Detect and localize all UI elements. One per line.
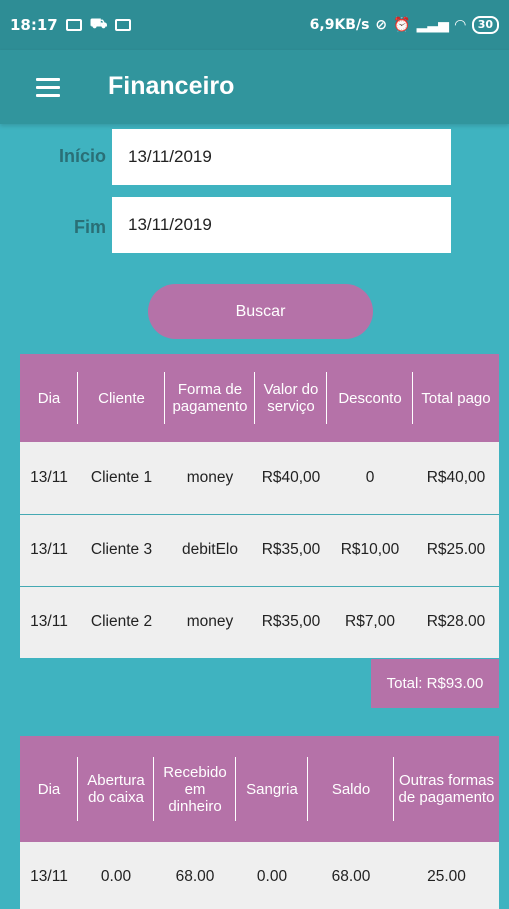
column-header: Valor do serviço: [255, 354, 327, 442]
table-cell: 0.00: [78, 842, 154, 909]
end-date-label: Fim: [73, 217, 106, 237]
cash-table: Dia Abertura do caixa Recebido em dinhei…: [20, 736, 499, 909]
table-row[interactable]: 13/11 Cliente 2 money R$35,00 R$7,00 R$2…: [20, 585, 499, 658]
table-cell: 13/11: [20, 442, 78, 514]
column-header: Abertura do caixa: [78, 736, 154, 842]
table-header-row: Dia Abertura do caixa Recebido em dinhei…: [20, 736, 499, 842]
column-header: Forma de pagamento: [165, 354, 255, 442]
table-cell: 68.00: [308, 842, 394, 909]
search-button[interactable]: Buscar: [148, 284, 373, 339]
table-cell: R$35,00: [255, 513, 327, 586]
table-cell: R$40,00: [255, 442, 327, 514]
column-header: Recebido em dinheiro: [154, 736, 236, 842]
mute-icon: ⊘: [375, 17, 388, 33]
table-cell: R$28.00: [413, 585, 499, 658]
battery-icon: 30: [471, 16, 499, 34]
column-header: Dia: [20, 736, 78, 842]
table-cell: R$25.00: [413, 513, 499, 586]
total-badge: Total: R$93.00: [371, 659, 499, 708]
table-cell: 0.00: [236, 842, 308, 909]
table-row[interactable]: 13/11 Cliente 3 debitElo R$35,00 R$10,00…: [20, 513, 499, 586]
calendar-icon: [115, 19, 132, 31]
table-cell: 68.00: [154, 842, 236, 909]
table-row[interactable]: 13/11 0.00 68.00 0.00 68.00 25.00: [20, 842, 499, 909]
table-cell: R$35,00: [255, 585, 327, 658]
hamburger-menu-icon[interactable]: [36, 78, 60, 97]
table-cell: Cliente 3: [78, 513, 165, 586]
start-date-label: Início: [58, 146, 106, 166]
table-cell: 0: [327, 442, 413, 514]
alarm-icon: ⏰: [393, 17, 411, 33]
start-date-field[interactable]: 13/11/2019: [112, 129, 451, 185]
column-header: Total pago: [413, 354, 499, 442]
page-title: Financeiro: [108, 72, 235, 100]
table-cell: money: [165, 585, 255, 658]
table-cell: Cliente 1: [78, 442, 165, 514]
payments-table: Dia Cliente Forma de pagamento Valor do …: [20, 354, 499, 658]
end-date-field[interactable]: 13/11/2019: [112, 197, 451, 253]
column-header: Desconto: [327, 354, 413, 442]
table-cell: 13/11: [20, 842, 78, 909]
table-cell: 25.00: [394, 842, 499, 909]
column-header: Sangria: [236, 736, 308, 842]
column-header: Outras formas de pagamento: [394, 736, 499, 842]
start-date-value: 13/11/2019: [128, 147, 212, 166]
gmail-icon: [65, 19, 82, 31]
table-cell: 13/11: [20, 585, 78, 658]
table-cell: Cliente 2: [78, 585, 165, 658]
app-bar: Financeiro: [0, 50, 509, 124]
end-date-value: 13/11/2019: [128, 215, 212, 234]
status-bar: 18:17 ⛟ 6,9KB/s ⊘ ⏰ ▂▃▅ ◠ 30: [0, 0, 509, 50]
table-row[interactable]: 13/11 Cliente 1 money R$40,00 0 R$40,00: [20, 442, 499, 514]
table-header-row: Dia Cliente Forma de pagamento Valor do …: [20, 354, 499, 442]
wifi-icon: ◠: [454, 17, 466, 33]
table-cell: R$10,00: [327, 513, 413, 586]
signal-icon: ▂▃▅: [416, 17, 449, 33]
table-cell: R$7,00: [327, 585, 413, 658]
column-header: Dia: [20, 354, 78, 442]
car-icon: ⛟: [89, 16, 108, 32]
table-cell: debitElo: [165, 513, 255, 586]
column-header: Saldo: [308, 736, 394, 842]
table-cell: 13/11: [20, 513, 78, 586]
network-speed: 6,9KB/s: [309, 17, 370, 33]
column-header: Cliente: [78, 354, 165, 442]
table-cell: money: [165, 442, 255, 514]
status-time: 18:17: [10, 16, 58, 34]
table-cell: R$40,00: [413, 442, 499, 514]
